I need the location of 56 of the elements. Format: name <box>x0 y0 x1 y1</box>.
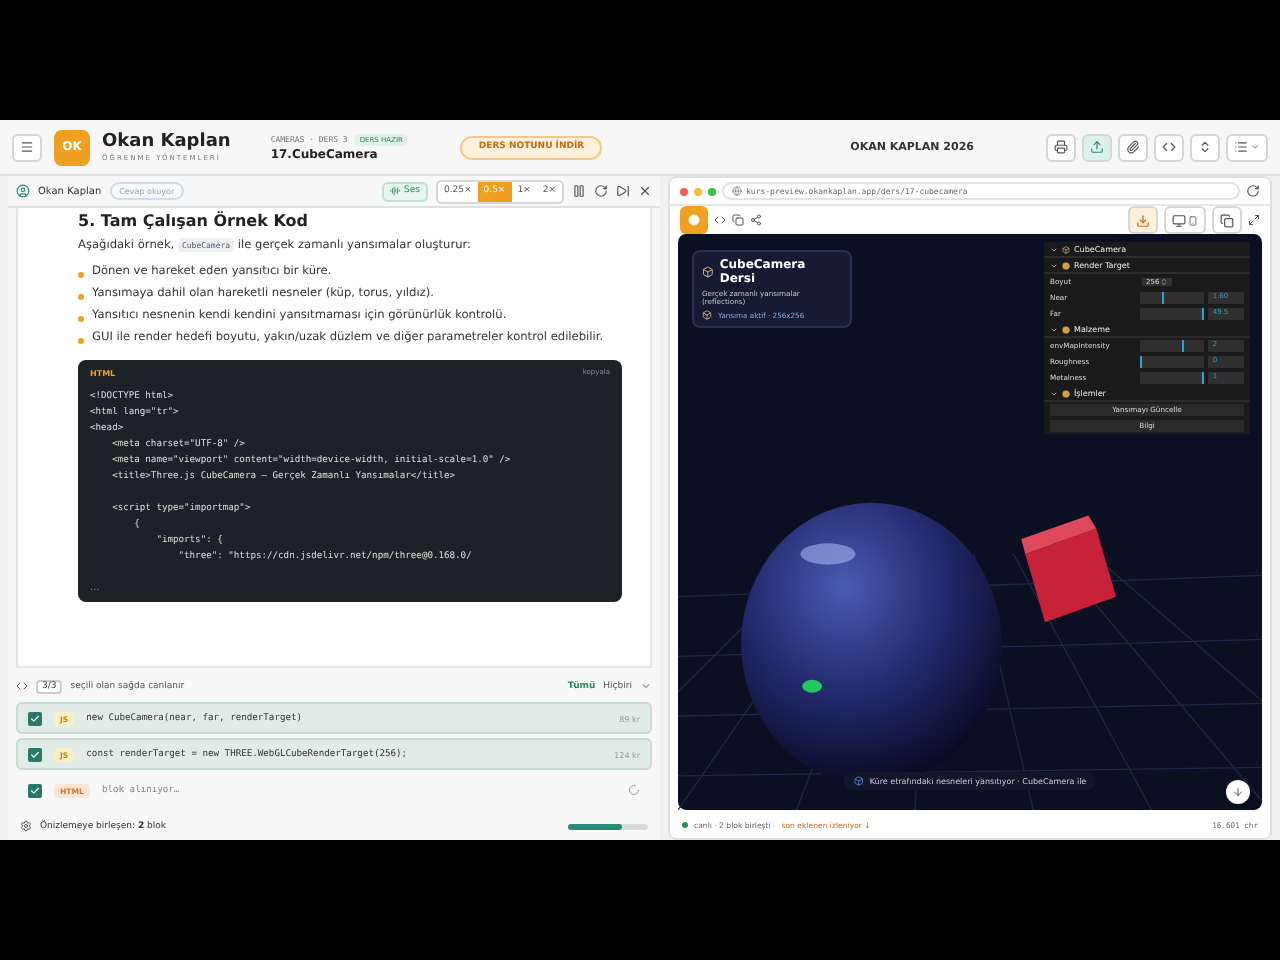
code-icon[interactable] <box>714 214 726 226</box>
window-dot <box>680 187 688 195</box>
box-icon <box>702 266 714 278</box>
upload-icon <box>1090 140 1104 154</box>
list-icon <box>1234 140 1248 154</box>
bullet-icon <box>78 271 84 278</box>
snippet-checkbox[interactable] <box>28 783 42 797</box>
monitor-icon <box>1172 213 1186 227</box>
cube-icon <box>853 776 864 786</box>
globe-icon <box>732 186 742 196</box>
phone-icon <box>1188 215 1198 225</box>
copy-icon[interactable] <box>732 214 744 226</box>
printer-icon <box>1054 140 1068 154</box>
share-icon[interactable] <box>750 214 762 226</box>
dot-icon <box>1062 325 1070 333</box>
box-icon <box>1062 245 1070 253</box>
bullet-icon <box>78 316 84 323</box>
reload-icon[interactable] <box>1246 184 1260 198</box>
snippet-checkbox[interactable] <box>28 747 42 761</box>
spinner-icon <box>628 784 640 796</box>
print-button[interactable] <box>1046 133 1076 161</box>
site-name: Okan Kaplan <box>102 132 231 152</box>
code-icon <box>1162 140 1176 154</box>
bullet-icon <box>78 338 84 345</box>
menu-icon <box>20 140 34 154</box>
dot-icon <box>1062 261 1070 269</box>
arrow-down-icon <box>1232 786 1244 798</box>
skip-icon[interactable] <box>616 184 630 198</box>
window-dot <box>708 187 716 195</box>
close-icon[interactable] <box>638 184 652 198</box>
menu-button[interactable] <box>12 133 42 161</box>
bullet-icon <box>78 293 84 300</box>
sort-button[interactable] <box>1190 133 1220 161</box>
live-dot <box>682 821 688 827</box>
code-icon <box>16 680 28 692</box>
dot-icon <box>1062 389 1070 397</box>
window-icon <box>1220 213 1234 227</box>
reload-icon[interactable] <box>594 184 608 198</box>
attach-button[interactable] <box>1118 133 1148 161</box>
gear-icon <box>20 820 32 832</box>
code-button[interactable] <box>1154 133 1184 161</box>
snippet-checkbox[interactable] <box>28 711 42 725</box>
paperclip-icon <box>1126 140 1140 154</box>
caret-icon <box>1250 142 1260 152</box>
download-icon <box>1136 213 1150 227</box>
window-dot <box>694 187 702 195</box>
user-icon <box>16 184 30 198</box>
device-button[interactable] <box>1164 206 1206 234</box>
box-icon <box>702 310 712 320</box>
updown-icon <box>1198 140 1212 154</box>
audio-icon <box>390 186 400 196</box>
circle-icon <box>688 214 700 226</box>
section-heading: 5. Tam Çalışan Örnek Kod <box>78 212 310 230</box>
window-button[interactable] <box>1212 206 1242 234</box>
pause-icon[interactable] <box>572 184 586 198</box>
download-icon-button[interactable] <box>1128 206 1158 234</box>
